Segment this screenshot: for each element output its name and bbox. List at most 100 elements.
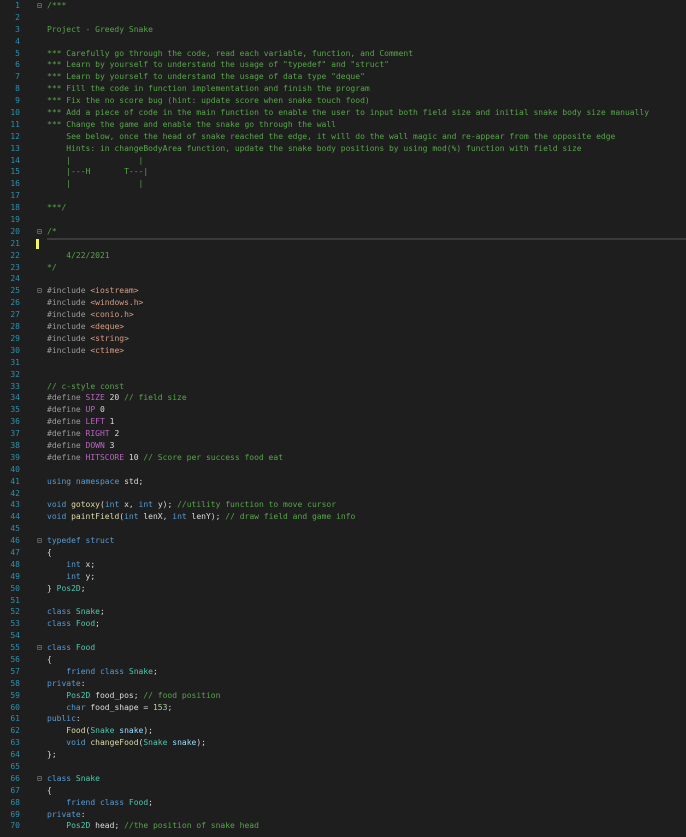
code-line[interactable]: 8 *** Fill the code in function implement… <box>0 83 686 95</box>
code-token: int <box>66 559 86 569</box>
code-token: char <box>66 702 91 712</box>
code-line[interactable]: 18 ***/ <box>0 202 686 214</box>
code-line[interactable]: 56 { <box>0 654 686 666</box>
code-token: <iostream> <box>90 286 139 296</box>
code-line[interactable]: 19 <box>0 214 686 226</box>
code-line[interactable]: 66 ⊟ class Snake <box>0 773 686 785</box>
code-line[interactable]: 7 *** Learn by yourself to understand the… <box>0 71 686 83</box>
code-text: // c-style const <box>47 381 686 393</box>
code-line[interactable]: 63 void changeFood(Snake snake); <box>0 737 686 749</box>
code-line[interactable]: 11 *** Change the game and enable the sna… <box>0 119 686 131</box>
code-line[interactable]: 36 #define LEFT 1 <box>0 416 686 428</box>
code-line[interactable]: 48 int x; <box>0 559 686 571</box>
code-line[interactable]: 6 *** Learn by yourself to understand the… <box>0 59 686 71</box>
code-line[interactable]: 57 friend class Snake; <box>0 666 686 678</box>
code-line[interactable]: 17 <box>0 190 686 202</box>
code-line[interactable]: 49 int y; <box>0 571 686 583</box>
code-line[interactable]: 42 <box>0 488 686 500</box>
code-line[interactable]: 52 class Snake; <box>0 606 686 618</box>
code-token: #define <box>47 440 86 450</box>
code-line[interactable]: 38 #define DOWN 3 <box>0 440 686 452</box>
code-line[interactable]: 60 char food_shape = 153; <box>0 702 686 714</box>
fold-toggle-icon[interactable]: ⊟ <box>37 642 47 654</box>
code-token: food_pos; <box>95 690 144 700</box>
code-line[interactable]: 23 */ <box>0 262 686 274</box>
code-line[interactable]: 53 class Food; <box>0 618 686 630</box>
line-number: 16 <box>10 179 20 189</box>
code-line[interactable]: 54 <box>0 630 686 642</box>
code-line[interactable]: 29 #include <string> <box>0 333 686 345</box>
code-text: #define UP 0 <box>47 404 686 416</box>
code-line[interactable]: 5 *** Carefully go through the code, read… <box>0 48 686 60</box>
line-number: 41 <box>10 476 20 486</box>
code-line[interactable]: 16 | | <box>0 178 686 190</box>
code-line[interactable]: 37 #define RIGHT 2 <box>0 428 686 440</box>
code-token: 0 <box>95 405 105 415</box>
code-line[interactable]: 50} Pos2D; <box>0 583 686 595</box>
code-line[interactable]: 32 <box>0 369 686 381</box>
code-line[interactable]: 46 ⊟ typedef struct <box>0 535 686 547</box>
fold-toggle-icon[interactable]: ⊟ <box>37 285 47 297</box>
code-line[interactable]: 65 <box>0 761 686 773</box>
fold-toggle-icon[interactable]: ⊟ <box>37 0 47 12</box>
code-token: ; <box>152 666 158 676</box>
code-line[interactable]: 43 void gotoxy(int x, int y); //utility f… <box>0 499 686 511</box>
code-line[interactable]: 34 #define SIZE 20 // field size <box>0 392 686 404</box>
code-line[interactable]: 45 <box>0 523 686 535</box>
code-line[interactable]: 58 private: <box>0 678 686 690</box>
code-line[interactable]: 9 *** Fix the no score bug (hint: update … <box>0 95 686 107</box>
code-line[interactable]: 2 <box>0 12 686 24</box>
code-line[interactable]: 4 <box>0 36 686 48</box>
code-line[interactable]: 51 <box>0 595 686 607</box>
code-line[interactable]: 21 <box>0 237 686 250</box>
code-token: : <box>80 809 86 819</box>
code-line[interactable]: 40 <box>0 464 686 476</box>
code-line[interactable]: 44 void paintField(int lenX, int lenY); /… <box>0 511 686 523</box>
code-line[interactable]: 35 #define UP 0 <box>0 404 686 416</box>
code-line[interactable]: 15 |---H T---| <box>0 166 686 178</box>
code-line[interactable]: 61 public: <box>0 713 686 725</box>
code-line[interactable]: 39 #define HITSCORE 10 // Score per succe… <box>0 452 686 464</box>
code-line[interactable]: 70 Pos2D head; //the position of snake h… <box>0 820 686 832</box>
code-token: Hints: in changeBodyArea function, updat… <box>47 143 582 153</box>
code-text: |---H T---| <box>47 166 686 178</box>
fold-toggle-icon[interactable]: ⊟ <box>37 535 47 547</box>
code-token: class <box>99 797 129 807</box>
code-line[interactable]: 26 #include <windows.h> <box>0 297 686 309</box>
code-token: *** Carefully go through the code, read … <box>47 48 414 58</box>
code-line[interactable]: 30 #include <ctime> <box>0 345 686 357</box>
code-editor[interactable]: 1 ⊟/*** 2 3 Project - Greedy Snake 4 5 *** Care… <box>0 0 686 837</box>
code-line[interactable]: 69 private: <box>0 809 686 821</box>
code-token: #include <box>47 322 91 332</box>
code-line[interactable]: 59 Pos2D food_pos; // food position <box>0 690 686 702</box>
line-number: 8 <box>15 84 20 94</box>
code-line[interactable]: 67 { <box>0 785 686 797</box>
code-line[interactable]: 22 4/22/2021 <box>0 250 686 262</box>
code-line[interactable]: 25 ⊟ #include <iostream> <box>0 285 686 297</box>
code-line[interactable]: 28 #include <deque> <box>0 321 686 333</box>
code-line[interactable]: 68 friend class Food; <box>0 797 686 809</box>
current-line-marker <box>36 238 39 249</box>
code-line[interactable]: 47 { <box>0 547 686 559</box>
code-line[interactable]: 55 ⊟ class Food <box>0 642 686 654</box>
fold-toggle-icon[interactable]: ⊟ <box>37 226 47 238</box>
code-line[interactable]: 62 Food(Snake snake); <box>0 725 686 737</box>
code-line[interactable]: 1 ⊟/*** <box>0 0 686 12</box>
code-line[interactable]: 64}; <box>0 749 686 761</box>
line-number: 64 <box>10 750 20 760</box>
code-line[interactable]: 41 using namespace std; <box>0 476 686 488</box>
code-line[interactable]: 3 Project - Greedy Snake <box>0 24 686 36</box>
code-line[interactable]: 14 | | <box>0 155 686 167</box>
code-token: lenY); <box>191 512 226 522</box>
code-line[interactable]: 24 <box>0 273 686 285</box>
code-line[interactable]: 27 #include <conio.h> <box>0 309 686 321</box>
code-line[interactable]: 13 Hints: in changeBodyArea function, up… <box>0 143 686 155</box>
code-line[interactable]: 31 <box>0 357 686 369</box>
code-line[interactable]: 12 See below, once the head of snake rea… <box>0 131 686 143</box>
code-line[interactable]: 33 // c-style const <box>0 381 686 393</box>
fold-toggle-icon[interactable]: ⊟ <box>37 773 47 785</box>
code-line[interactable]: 20 ⊟/* <box>0 226 686 238</box>
line-number: 31 <box>10 357 20 367</box>
code-line[interactable]: 10 *** Add a piece of code in the main fu… <box>0 107 686 119</box>
